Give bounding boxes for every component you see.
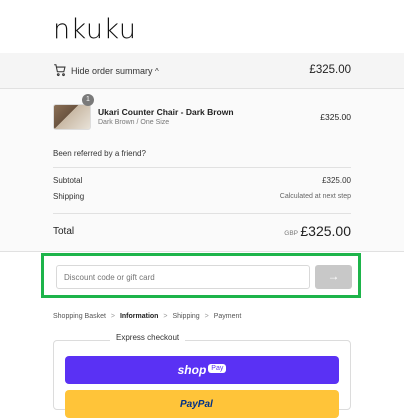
breadcrumb-shipping: Shipping [172, 313, 200, 320]
order-summary: 1 Ukari Counter Chair - Dark Brown Dark … [0, 89, 404, 252]
shipping-label: Shipping [53, 192, 85, 201]
toggle-label[interactable]: Hide order summary ^ [71, 66, 159, 76]
discount-highlight: → [41, 253, 361, 298]
total-label: Total [53, 226, 75, 237]
product-price: £325.00 [320, 112, 351, 122]
express-checkout-title: Express checkout [110, 333, 186, 342]
shipping-value: Calculated at next step [279, 193, 351, 200]
breadcrumb-information: Information [119, 313, 159, 320]
referral-link[interactable]: Been referred by a friend? [53, 149, 146, 158]
apply-discount-button[interactable]: → [315, 265, 352, 289]
divider [53, 167, 351, 168]
subtotal-label: Subtotal [53, 176, 83, 185]
paypal-button[interactable]: PayPal [65, 390, 339, 418]
chevron-right-icon: > [110, 313, 115, 320]
arrow-right-icon: → [327, 269, 340, 283]
paypal-logo: PayPal [180, 399, 213, 410]
product-variant: Dark Brown / One Size [98, 119, 170, 126]
breadcrumb-shopping-basket[interactable]: Shopping Basket [53, 313, 106, 320]
divider [53, 213, 351, 214]
total-currency: GBP [284, 230, 298, 237]
discount-code-input[interactable] [56, 265, 310, 289]
breadcrumb-payment: Payment [213, 313, 242, 320]
chevron-right-icon: > [163, 313, 168, 320]
chevron-up-icon: ^ [155, 67, 159, 76]
breadcrumb: Shopping Basket > Information > Shipping… [53, 313, 244, 320]
product-thumbnail [53, 104, 91, 130]
shop-pay-button[interactable]: shop Pay [65, 356, 339, 384]
total-value: £325.00 [300, 223, 351, 239]
header: nkuku [0, 0, 404, 54]
quantity-badge: 1 [82, 94, 94, 106]
subtotal-value: £325.00 [322, 176, 351, 185]
shop-pay-logo: shop [177, 363, 207, 377]
product-name: Ukari Counter Chair - Dark Brown [98, 107, 234, 117]
order-summary-toggle[interactable]: Hide order summary ^ £325.00 [0, 53, 404, 89]
store-logo[interactable]: nkuku [53, 14, 136, 45]
cart-icon [54, 64, 66, 77]
shop-pay-badge: Pay [208, 364, 227, 374]
toggle-total: £325.00 [309, 64, 351, 76]
chevron-right-icon: > [204, 313, 209, 320]
